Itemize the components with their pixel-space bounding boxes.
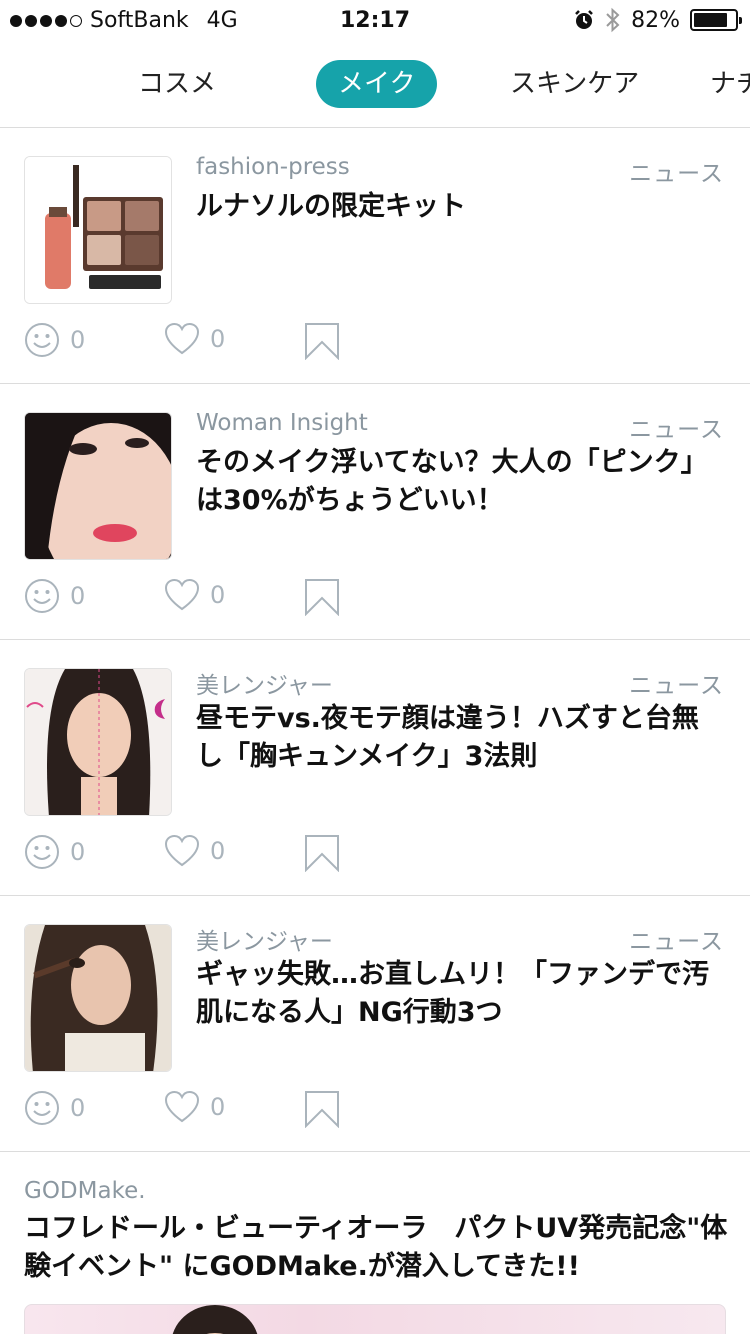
heart-icon: [164, 1090, 200, 1123]
tab-cosme[interactable]: コスメ: [138, 60, 216, 108]
article-actions: 0 0: [24, 322, 424, 362]
article-thumbnail[interactable]: [24, 668, 172, 816]
smile-icon: [25, 1091, 59, 1125]
article-actions: 0 0: [24, 1090, 424, 1130]
article-title[interactable]: コフレドール・ビューティオーラ パクトUV発売記念"体験イベント" にGODMa…: [24, 1210, 728, 1286]
heart-icon: [164, 322, 200, 355]
article-actions: 0 0: [24, 578, 424, 618]
woman-brush-image: [25, 925, 171, 1071]
alarm-icon: [575, 10, 593, 29]
featured-article[interactable]: GODMake. コフレドール・ビューティオーラ パクトUV発売記念"体験イベン…: [0, 1152, 750, 1334]
bluetooth-icon: [606, 7, 620, 33]
smile-reaction-button[interactable]: 0: [24, 322, 85, 358]
featured-article-image[interactable]: [24, 1304, 726, 1334]
article-row[interactable]: 美レンジャー ニュース 昼モテvs.夜モテ顔は違う！ハズすと台無し「胸キュンメイ…: [0, 640, 750, 896]
tab-skincare[interactable]: スキンケア: [510, 60, 639, 108]
article-source: GODMake.: [24, 1178, 146, 1204]
like-button[interactable]: 0: [164, 578, 225, 612]
tab-makeup[interactable]: メイク: [316, 60, 438, 108]
tab-natural[interactable]: ナチ: [710, 60, 750, 108]
like-button[interactable]: 0: [164, 322, 225, 356]
smile-reaction-button[interactable]: 0: [24, 578, 85, 614]
smile-reaction-button[interactable]: 0: [24, 1090, 85, 1126]
bookmark-icon: [305, 579, 339, 616]
like-count: 0: [210, 581, 226, 609]
woman-face-image: [25, 413, 171, 559]
article-row[interactable]: fashion-press ニュース ルナソルの限定キット 0 0: [0, 128, 750, 384]
battery-percent: 82%: [631, 7, 680, 33]
article-category: ニュース: [629, 417, 724, 443]
bookmark-button[interactable]: [304, 578, 340, 616]
smile-count: 0: [70, 1094, 86, 1122]
bookmark-button[interactable]: [304, 1090, 340, 1128]
smile-count: 0: [70, 326, 86, 354]
article-title[interactable]: ギャッ失敗…お直しムリ！「ファンデで汚肌になる人」NG行動3つ: [196, 956, 724, 1032]
smile-icon: [25, 579, 59, 613]
article-source: fashion-press: [196, 154, 350, 180]
cosmetic-kit-image: [25, 157, 171, 303]
article-thumbnail[interactable]: [24, 924, 172, 1072]
category-tabs: コスメ メイク スキンケア ナチ: [0, 40, 750, 128]
like-button[interactable]: 0: [164, 834, 225, 868]
day-night-face-image: [25, 669, 171, 815]
article-title[interactable]: そのメイク浮いてない？大人の「ピンク」は30%がちょうどいい！: [196, 444, 724, 520]
like-button[interactable]: 0: [164, 1090, 225, 1124]
article-category: ニュース: [629, 161, 724, 187]
smile-icon: [25, 323, 59, 357]
article-source: Woman Insight: [196, 410, 368, 436]
bookmark-icon: [305, 323, 339, 360]
like-count: 0: [210, 325, 226, 353]
like-count: 0: [210, 1093, 226, 1121]
smile-reaction-button[interactable]: 0: [24, 834, 85, 870]
article-thumbnail[interactable]: [24, 412, 172, 560]
article-category: ニュース: [629, 929, 724, 955]
battery-icon: [690, 9, 742, 31]
bookmark-icon: [305, 1091, 339, 1128]
article-thumbnail[interactable]: [24, 156, 172, 304]
like-count: 0: [210, 837, 226, 865]
event-photo: [172, 1305, 258, 1334]
article-actions: 0 0: [24, 834, 424, 874]
bookmark-icon: [305, 835, 339, 872]
article-source: 美レンジャー: [196, 929, 333, 955]
article-title[interactable]: ルナソルの限定キット: [196, 188, 724, 226]
heart-icon: [164, 578, 200, 611]
bookmark-button[interactable]: [304, 322, 340, 360]
bookmark-button[interactable]: [304, 834, 340, 872]
article-source: 美レンジャー: [196, 673, 333, 699]
smile-count: 0: [70, 838, 86, 866]
article-row[interactable]: Woman Insight ニュース そのメイク浮いてない？大人の「ピンク」は3…: [0, 384, 750, 640]
smile-count: 0: [70, 582, 86, 610]
article-title[interactable]: 昼モテvs.夜モテ顔は違う！ハズすと台無し「胸キュンメイク」3法則: [196, 700, 724, 776]
article-category: ニュース: [629, 673, 724, 699]
heart-icon: [164, 834, 200, 867]
article-row[interactable]: 美レンジャー ニュース ギャッ失敗…お直しムリ！「ファンデで汚肌になる人」NG行…: [0, 896, 750, 1152]
smile-icon: [25, 835, 59, 869]
status-right: 82%: [573, 7, 742, 33]
status-bar: SoftBank 4G 12:17 82%: [0, 0, 750, 40]
